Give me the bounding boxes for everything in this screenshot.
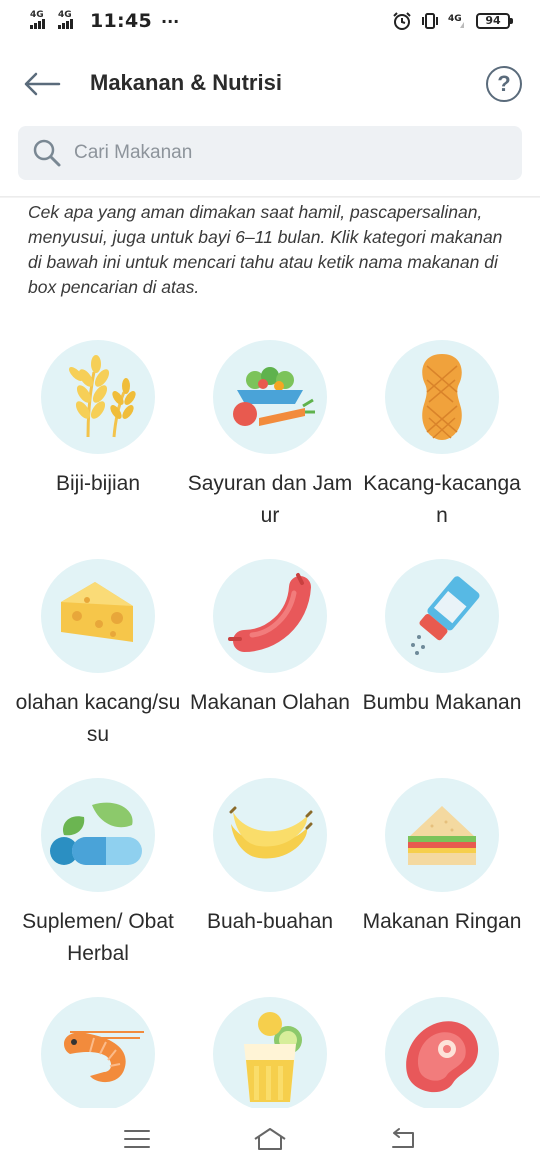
meat-icon xyxy=(406,1021,479,1093)
category-icon-circle xyxy=(41,340,155,454)
network-4g-icon: 4G xyxy=(448,14,464,28)
category-olahan-kacang-susu[interactable]: olahan kacang/susu xyxy=(12,559,184,778)
system-navigation-bar xyxy=(0,1108,540,1170)
intro-text: Cek apa yang aman dimakan saat hamil, pa… xyxy=(28,202,503,297)
category-label: Biji-bijian xyxy=(55,472,141,495)
category-icon-circle xyxy=(213,340,327,454)
menu-icon xyxy=(123,1130,150,1148)
category-bumbu-makanan[interactable]: Bumbu Makanan xyxy=(356,559,528,778)
home-button[interactable] xyxy=(250,1121,290,1157)
category-sayuran-dan-jamur[interactable]: Sayuran dan Jamur xyxy=(184,340,356,559)
clock: 11:45 xyxy=(90,10,152,32)
pill-leaf-icon xyxy=(50,802,142,865)
peanut-icon xyxy=(422,354,462,440)
category-label: Buah-buahan xyxy=(206,910,334,933)
cheese-icon xyxy=(61,582,133,642)
arrow-left-icon xyxy=(24,72,61,96)
sausage-icon xyxy=(228,573,311,652)
category-icon-circle xyxy=(213,559,327,673)
question-mark-icon: ? xyxy=(497,71,511,96)
menu-button[interactable] xyxy=(117,1121,157,1157)
search-bar[interactable] xyxy=(18,126,522,180)
category-label: Makanan Ringan xyxy=(362,910,522,933)
home-icon xyxy=(254,1128,286,1150)
category-icon-circle xyxy=(41,559,155,673)
status-left: 4G 4G 11:45 ··· xyxy=(30,10,179,32)
battery-indicator: 94 xyxy=(476,13,513,29)
back-button[interactable] xyxy=(22,66,62,102)
category-icon-circle xyxy=(385,559,499,673)
category-label: Makanan Olahan xyxy=(190,691,350,714)
salt-shaker-icon xyxy=(411,576,480,655)
signal-icon: 4G xyxy=(58,11,80,29)
app-header: Makanan & Nutrisi ? xyxy=(0,52,540,116)
category-label: Suplemen/ Obat Herbal xyxy=(22,910,174,965)
sandwich-icon xyxy=(408,806,476,865)
divider xyxy=(0,196,540,198)
category-label: Bumbu Makanan xyxy=(362,691,522,714)
wheat-icon xyxy=(69,355,136,438)
back-nav-button[interactable] xyxy=(383,1121,423,1157)
category-icon-circle xyxy=(41,997,155,1111)
category-icon-circle xyxy=(385,997,499,1111)
drink-icon xyxy=(244,1012,302,1102)
status-right: 4G 94 xyxy=(392,11,513,31)
category-icon-circle xyxy=(213,778,327,892)
vibrate-icon xyxy=(422,13,438,29)
category-label: Kacang-kacangan xyxy=(363,472,521,527)
category-icon-circle xyxy=(213,997,327,1111)
more-notifications-icon: ··· xyxy=(160,11,180,31)
category-makanan-olahan[interactable]: Makanan Olahan xyxy=(184,559,356,778)
banana-icon xyxy=(229,806,313,859)
category-biji-bijian[interactable]: Biji-bijian xyxy=(12,340,184,559)
shrimp-icon xyxy=(64,1031,144,1083)
category-icon-circle xyxy=(385,778,499,892)
category-suplemen-obat-herbal[interactable]: Suplemen/ Obat Herbal xyxy=(12,778,184,997)
back-nav-icon xyxy=(392,1128,415,1148)
signal-icon: 4G xyxy=(30,11,52,29)
category-icon-circle xyxy=(385,340,499,454)
category-label: Sayuran dan Jamur xyxy=(187,472,353,527)
svg-text:4G: 4G xyxy=(448,14,462,24)
category-grid: Biji-bijian Sayuran dan Jamur Kacang-kac… xyxy=(12,340,528,1170)
alarm-icon xyxy=(393,12,411,30)
status-bar: 4G 4G 11:45 ··· 4G 94 xyxy=(0,0,540,42)
help-button[interactable]: ? xyxy=(486,66,522,102)
search-icon xyxy=(33,139,61,167)
category-makanan-ringan[interactable]: Makanan Ringan xyxy=(356,778,528,997)
category-kacang-kacangan[interactable]: Kacang-kacangan xyxy=(356,340,528,559)
category-buah-buahan[interactable]: Buah-buahan xyxy=(184,778,356,997)
category-label: olahan kacang/susu xyxy=(15,691,181,746)
vegetables-icon xyxy=(233,367,315,426)
category-icon-circle xyxy=(41,778,155,892)
search-input[interactable] xyxy=(74,142,474,164)
page-title: Makanan & Nutrisi xyxy=(90,70,282,95)
